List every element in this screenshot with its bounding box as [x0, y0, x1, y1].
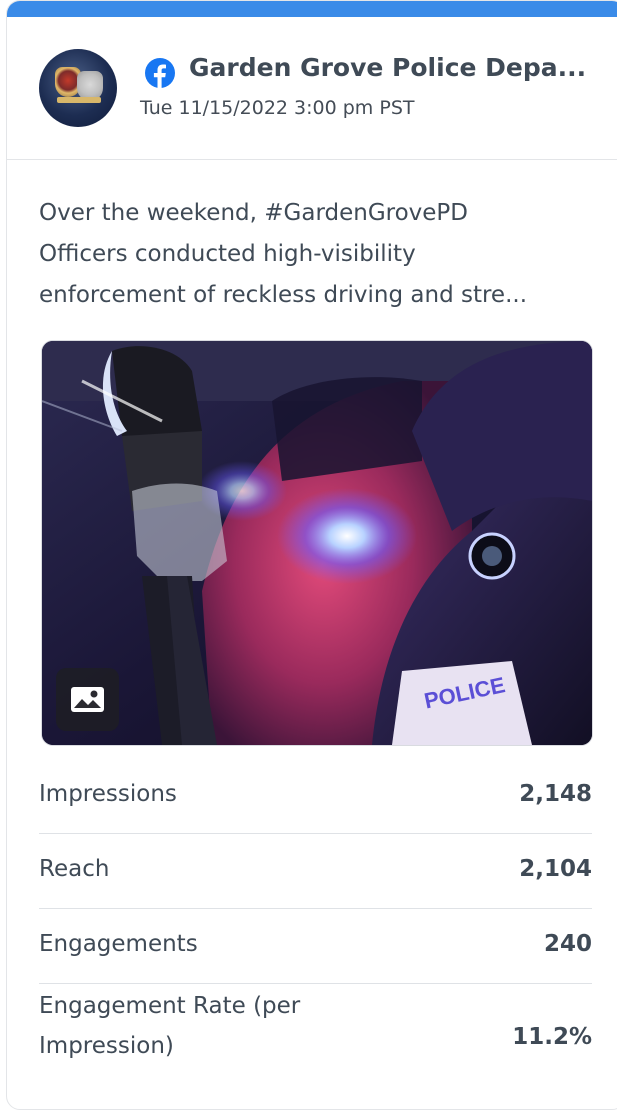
post-text: Over the weekend, #GardenGrovePD Officer…	[39, 193, 599, 316]
post-image[interactable]: POLICE	[41, 340, 593, 746]
metric-value: 2,148	[519, 781, 592, 807]
metric-row-engagements: Engagements 240	[39, 909, 592, 984]
post-text-line: Over the weekend, #GardenGrovePD	[39, 200, 469, 226]
metrics-table: Impressions 2,148 Reach 2,104 Engagement…	[39, 759, 592, 1100]
metric-label: Engagement Rate (per Impression)	[39, 993, 301, 1059]
metric-label: Reach	[39, 856, 110, 882]
post-header: Garden Grove Police Depa... Tue 11/15/20…	[7, 17, 617, 160]
metric-value: 11.2%	[512, 1024, 592, 1050]
metric-row-engagement-rate: Engagement Rate (per Impression) 11.2%	[39, 984, 592, 1100]
metric-value: 240	[543, 931, 592, 957]
post-timestamp: Tue 11/15/2022 3:00 pm PST	[140, 97, 415, 119]
metric-value: 2,104	[519, 856, 592, 882]
metric-label: Impressions	[39, 781, 177, 807]
metric-label: Engagements	[39, 931, 198, 957]
post-card: Garden Grove Police Depa... Tue 11/15/20…	[6, 0, 617, 1110]
accent-bar	[7, 1, 617, 17]
metric-row-reach: Reach 2,104	[39, 834, 592, 909]
image-icon	[71, 687, 104, 712]
metric-row-impressions: Impressions 2,148	[39, 759, 592, 834]
facebook-icon	[145, 58, 175, 88]
post-text-line: Officers conducted high-visibility	[39, 241, 416, 267]
page-name[interactable]: Garden Grove Police Depa...	[189, 53, 609, 82]
post-text-line: enforcement of reckless driving and stre…	[39, 282, 528, 308]
image-type-badge	[56, 668, 119, 731]
avatar[interactable]	[39, 49, 117, 127]
police-stop-photo: POLICE	[42, 341, 592, 745]
